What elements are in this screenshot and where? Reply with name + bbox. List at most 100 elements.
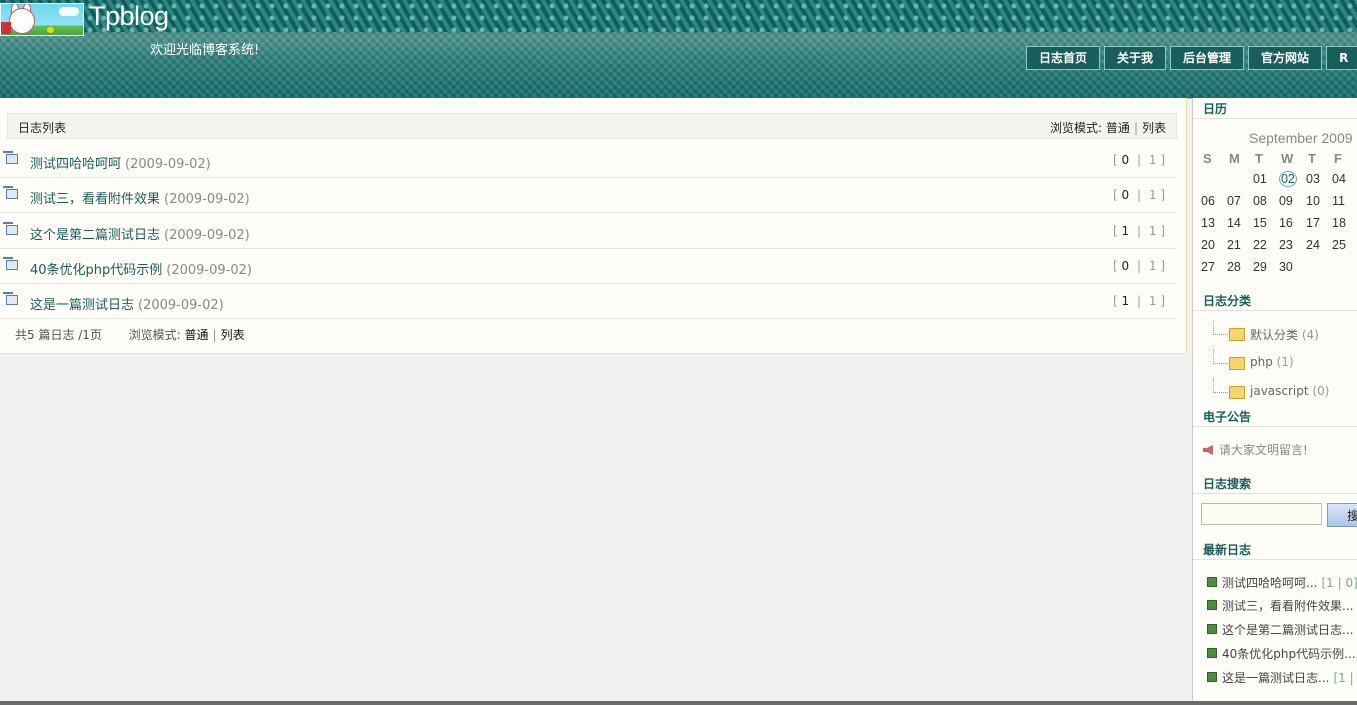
- view-mode-list-link[interactable]: 列表: [221, 328, 245, 342]
- calendar-day: 10: [1306, 194, 1320, 208]
- bunny-icon: [9, 8, 35, 34]
- post-title-link[interactable]: 测试三，看看附件效果 (2009-09-02): [30, 188, 250, 207]
- post-row: 这个是第二篇测试日志 (2009-09-02) [ 1 | 1 ]: [0, 214, 1175, 249]
- post-counts: [ 0 | 1 ]: [1113, 259, 1165, 273]
- tree-line: [1213, 320, 1228, 335]
- view-count: 1: [1148, 153, 1157, 167]
- calendar-day: 06: [1201, 194, 1215, 208]
- comment-count: 0: [1121, 153, 1130, 167]
- search-button[interactable]: 搜: [1327, 503, 1357, 527]
- notice-heading: 电子公告: [1193, 407, 1357, 427]
- recent-posts-heading: 最新日志: [1193, 540, 1357, 560]
- recent-post-link[interactable]: 测试三，看看附件效果...: [1222, 599, 1353, 613]
- post-list-footer: 共5 篇日志 /1页 浏览模式: 普通 | 列表: [15, 326, 245, 343]
- site-title[interactable]: Tpblog: [89, 1, 169, 32]
- comment-count: 0: [1121, 188, 1130, 202]
- bullet-icon: [1207, 672, 1217, 682]
- folder-icon: [1229, 357, 1245, 370]
- category-name[interactable]: 默认分类: [1250, 328, 1298, 342]
- recent-post-item: 测试三，看看附件效果...[: [1207, 597, 1357, 617]
- sidebar: 日历 September 2009 S M T W T F 01 02 03 0…: [1192, 98, 1357, 705]
- comment-count: 0: [1121, 259, 1130, 273]
- post-title-link[interactable]: 这个是第二篇测试日志 (2009-09-02): [30, 224, 250, 243]
- nav-official-site[interactable]: 官方网站: [1248, 46, 1323, 70]
- calendar-day: 30: [1278, 260, 1293, 274]
- calendar-day: 24: [1306, 238, 1320, 252]
- calendar-day: 13: [1201, 216, 1215, 230]
- view-mode-normal-link[interactable]: 普通: [185, 328, 209, 342]
- post-date: (2009-09-02): [164, 192, 250, 207]
- calendar-heading: 日历: [1193, 99, 1357, 119]
- calendar-day: 11: [1332, 194, 1345, 208]
- post-title-link[interactable]: 这是一篇测试日志 (2009-09-02): [30, 294, 224, 313]
- category-name[interactable]: php: [1250, 355, 1273, 369]
- post-counts: [ 0 | 1 ]: [1113, 188, 1165, 202]
- document-icon: [3, 186, 18, 199]
- calendar-day: 04: [1332, 172, 1346, 186]
- recent-post-link[interactable]: 这个是第二篇测试日志...: [1222, 623, 1353, 637]
- calendar-day: 27: [1201, 260, 1215, 274]
- nav-rss[interactable]: R: [1326, 46, 1357, 70]
- nav-about[interactable]: 关于我: [1104, 46, 1167, 70]
- recent-post-link[interactable]: 40条优化php代码示例...: [1222, 647, 1356, 661]
- search-heading: 日志搜索: [1193, 474, 1357, 494]
- post-date: (2009-09-02): [166, 263, 252, 278]
- calendar-day: 23: [1278, 238, 1293, 252]
- logo[interactable]: [0, 3, 84, 36]
- page-summary: 共5 篇日志 /1页: [15, 328, 102, 342]
- calendar-day: 28: [1226, 260, 1241, 274]
- nav-admin[interactable]: 后台管理: [1170, 46, 1245, 70]
- document-icon: [3, 222, 18, 235]
- view-mode-normal-link[interactable]: 普通: [1106, 121, 1130, 135]
- post-title-link[interactable]: 40条优化php代码示例 (2009-09-02): [30, 259, 252, 278]
- categories-heading: 日志分类: [1193, 291, 1357, 311]
- duck-icon: [47, 27, 54, 33]
- header: Tpblog 欢迎光临博客系统! 日志首页 关于我 后台管理 官方网站 R: [0, 0, 1357, 99]
- post-row: 40条优化php代码示例 (2009-09-02) [ 0 | 1 ]: [0, 249, 1175, 284]
- view-mode-label: 浏览模式:: [1050, 121, 1103, 135]
- post-list-panel: 日志列表 浏览模式: 普通 | 列表 测试四哈哈呵呵 (2009-09-02) [ 0…: [0, 98, 1187, 354]
- bullet-icon: [1207, 624, 1217, 634]
- calendar: S M T W T F 01 02 03 04 06 07 08 09 10 1…: [1201, 148, 1357, 278]
- document-icon: [3, 151, 18, 164]
- view-count: 1: [1148, 224, 1157, 238]
- calendar-day-today[interactable]: 02: [1278, 168, 1306, 190]
- calendar-day: 22: [1252, 238, 1267, 252]
- post-list-header: 日志列表 浏览模式: 普通 | 列表: [7, 113, 1177, 139]
- recent-post-link[interactable]: 这是一篇测试日志...: [1222, 671, 1329, 685]
- search-input[interactable]: [1201, 503, 1322, 525]
- cloud-icon: [59, 7, 79, 16]
- weekday-label: S: [1203, 150, 1212, 166]
- post-date: (2009-09-02): [125, 157, 211, 172]
- post-row: 测试四哈哈呵呵 (2009-09-02) [ 0 | 1 ]: [0, 143, 1175, 178]
- calendar-day: 20: [1201, 238, 1215, 252]
- document-icon: [3, 257, 18, 270]
- post-date: (2009-09-02): [138, 298, 224, 313]
- calendar-day: 16: [1278, 216, 1293, 230]
- site-subtitle: 欢迎光临博客系统!: [150, 43, 260, 58]
- recent-post-link[interactable]: 测试四哈哈呵呵...: [1222, 576, 1317, 590]
- weekday-label: M: [1228, 150, 1240, 166]
- category-count: (0): [1312, 384, 1330, 398]
- notice: 请大家文明留言!: [1203, 441, 1308, 458]
- view-count: 1: [1148, 188, 1157, 202]
- calendar-day: 08: [1252, 194, 1267, 208]
- tree-line: [1213, 378, 1228, 393]
- post-title-link[interactable]: 测试四哈哈呵呵 (2009-09-02): [30, 153, 211, 172]
- view-mode-list-link[interactable]: 列表: [1142, 121, 1166, 135]
- weekday-label: T: [1254, 150, 1263, 166]
- nav-home[interactable]: 日志首页: [1026, 46, 1101, 70]
- calendar-day: [1227, 168, 1253, 190]
- category-name[interactable]: javascript: [1250, 384, 1309, 398]
- bullet-icon: [1207, 577, 1217, 587]
- calendar-day: 17: [1306, 216, 1320, 230]
- post-date: (2009-09-02): [164, 228, 250, 243]
- separator: |: [212, 328, 217, 342]
- calendar-month: September 2009: [1249, 130, 1353, 146]
- folder-icon: [1229, 328, 1245, 341]
- header-pattern-band: [0, 0, 1357, 32]
- calendar-day: 09: [1278, 194, 1293, 208]
- document-icon: [3, 292, 18, 305]
- calendar-day: 01: [1252, 172, 1267, 186]
- recent-post-item: 这个是第二篇测试日志...[: [1207, 621, 1357, 641]
